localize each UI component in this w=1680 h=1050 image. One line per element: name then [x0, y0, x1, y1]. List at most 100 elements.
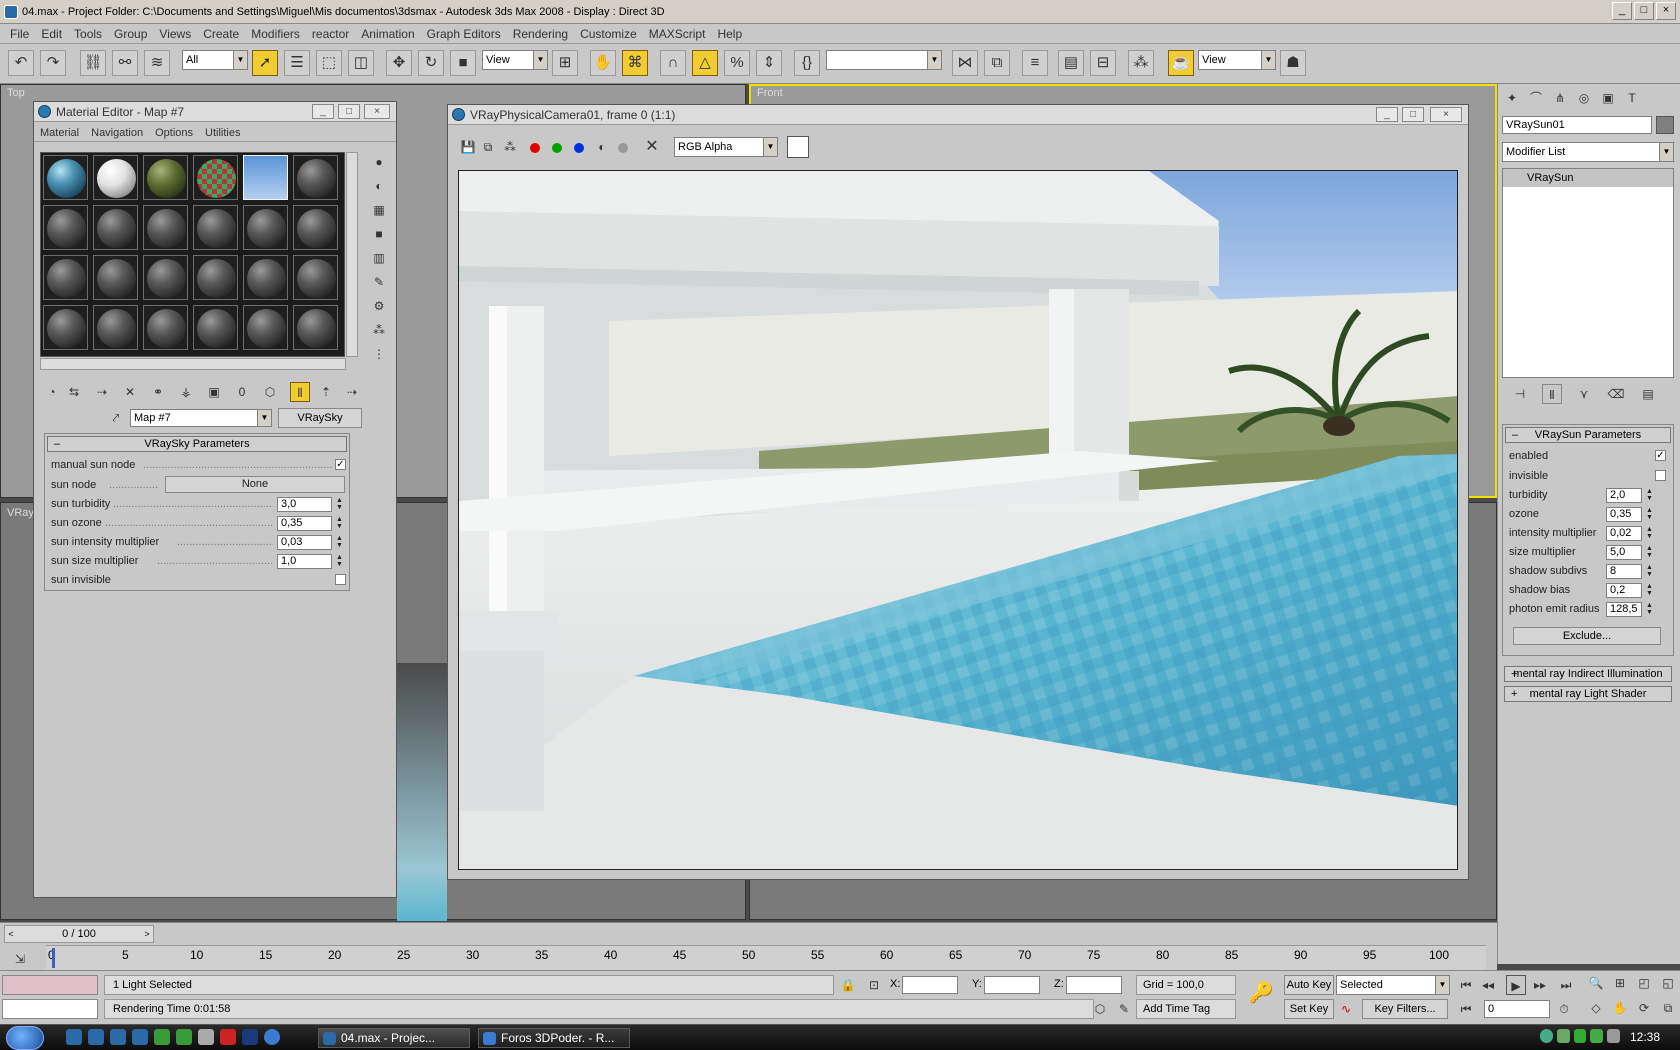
- menu-views[interactable]: Views: [153, 27, 197, 41]
- keyboard-shortcut-override-icon[interactable]: ⌘: [622, 50, 648, 76]
- save-image-icon[interactable]: 💾: [458, 137, 478, 157]
- taskbar-task-3dsmax[interactable]: 04.max - Projec...: [318, 1028, 470, 1048]
- remove-modifier-icon[interactable]: ⌫: [1606, 384, 1626, 404]
- menu-maxscript[interactable]: MAXScript: [643, 27, 712, 41]
- manual-sun-node-checkbox[interactable]: ✓: [335, 459, 346, 470]
- sample-slot[interactable]: [143, 205, 188, 250]
- sample-slot[interactable]: [93, 205, 138, 250]
- sample-slots-vscrollbar[interactable]: [346, 152, 358, 357]
- configure-modifier-sets-icon[interactable]: ▤: [1638, 384, 1658, 404]
- me-menu-options[interactable]: Options: [149, 127, 199, 139]
- auto-key-button[interactable]: Auto Key: [1284, 975, 1334, 995]
- copy-image-icon[interactable]: ⧉: [478, 137, 498, 157]
- maxscript-listener-pink[interactable]: [2, 975, 98, 995]
- sample-slot[interactable]: [43, 255, 88, 300]
- link-icon[interactable]: ⛓: [80, 50, 106, 76]
- rendered-image[interactable]: [458, 170, 1458, 870]
- spinner-arrows-icon[interactable]: ▲ ▼: [335, 516, 344, 531]
- schematic-view-icon[interactable]: ⊟: [1090, 50, 1116, 76]
- menu-reactor[interactable]: reactor: [306, 27, 355, 41]
- track-bar[interactable]: 0 5 10 15 20 25 30 35 40 45 50 55 60 65 …: [46, 945, 1486, 971]
- sample-slot[interactable]: [293, 305, 338, 350]
- tray-app-icon[interactable]: [1573, 1029, 1587, 1043]
- material-editor-close-button[interactable]: ×: [364, 104, 390, 119]
- menu-modifiers[interactable]: Modifiers: [245, 27, 306, 41]
- vraysky-rollout-title[interactable]: – VRaySky Parameters: [47, 436, 347, 452]
- video-color-check-icon[interactable]: ▥: [369, 248, 389, 268]
- backlight-icon[interactable]: ◐: [369, 176, 389, 196]
- go-to-start-icon[interactable]: ⏮: [1456, 975, 1476, 995]
- shadow-bias-spinner[interactable]: 0,2: [1606, 583, 1642, 598]
- zoom-extents-icon[interactable]: ◰: [1634, 973, 1654, 993]
- options-icon[interactable]: ⚙: [369, 296, 389, 316]
- menu-help[interactable]: Help: [711, 27, 748, 41]
- go-to-parent-icon[interactable]: ⇡: [316, 382, 336, 402]
- maximize-viewport-icon[interactable]: ⧉: [1658, 998, 1678, 1018]
- y-coordinate-field[interactable]: [984, 976, 1040, 994]
- sample-slot[interactable]: [193, 255, 238, 300]
- map-name-field[interactable]: Map #7 ▼: [130, 409, 272, 427]
- assign-to-selection-icon[interactable]: ⇢: [92, 382, 112, 402]
- tray-app-icon[interactable]: [1590, 1029, 1604, 1043]
- sample-slot[interactable]: [93, 155, 138, 200]
- lock-selection-icon[interactable]: 🔒: [838, 975, 858, 995]
- time-slider-prev-icon[interactable]: <: [5, 926, 17, 942]
- size-spinner[interactable]: 5,0: [1606, 545, 1642, 560]
- motion-tab-icon[interactable]: ◎: [1574, 88, 1594, 108]
- material-editor-icon[interactable]: ⁂: [1128, 50, 1154, 76]
- minimize-button[interactable]: _: [1612, 2, 1632, 20]
- invisible-checkbox[interactable]: [1655, 470, 1666, 481]
- me-menu-material[interactable]: Material: [34, 127, 85, 139]
- material-editor-maximize-button[interactable]: □: [338, 104, 360, 119]
- zoom-icon[interactable]: 🔍: [1586, 973, 1606, 993]
- turbidity-spinner[interactable]: 2,0: [1606, 488, 1642, 503]
- undo-icon[interactable]: ↶: [8, 50, 34, 76]
- select-object-icon[interactable]: ➚: [252, 50, 278, 76]
- menu-edit[interactable]: Edit: [35, 27, 68, 41]
- add-time-tag-button[interactable]: Add Time Tag: [1136, 999, 1236, 1019]
- orbit-icon[interactable]: ⟳: [1634, 998, 1654, 1018]
- play-icon[interactable]: ▶: [1506, 975, 1526, 995]
- sun-intensity-spinner[interactable]: 0,03: [277, 535, 332, 550]
- menu-group[interactable]: Group: [108, 27, 153, 41]
- alpha-channel-icon[interactable]: ◐: [592, 137, 612, 157]
- tray-volume-icon[interactable]: [1607, 1029, 1620, 1043]
- quick-launch-max-icon[interactable]: [66, 1029, 82, 1045]
- stack-item-vraysun[interactable]: VRaySun: [1503, 169, 1673, 187]
- selection-filter-dropdown[interactable]: All ▼: [182, 50, 248, 70]
- sun-ozone-spinner[interactable]: 0,35: [277, 516, 332, 531]
- move-icon[interactable]: ✥: [386, 50, 412, 76]
- key-tangent-icon[interactable]: ∿: [1336, 999, 1356, 1019]
- modifier-list-dropdown[interactable]: Modifier List ▼: [1502, 142, 1674, 162]
- absolute-mode-icon[interactable]: ⊡: [864, 975, 884, 995]
- align-icon[interactable]: ⧉: [984, 50, 1010, 76]
- frame-buffer-close-button[interactable]: ×: [1430, 107, 1462, 122]
- monochrome-icon[interactable]: [618, 143, 628, 153]
- select-by-name-icon[interactable]: ☰: [284, 50, 310, 76]
- sample-slot-active[interactable]: [243, 155, 288, 200]
- sun-size-spinner[interactable]: 1,0: [277, 554, 332, 569]
- sample-slot[interactable]: [193, 155, 238, 200]
- display-tab-icon[interactable]: ▣: [1598, 88, 1618, 108]
- sample-slot[interactable]: [43, 155, 88, 200]
- show-end-result-icon[interactable]: Ⅱ: [1542, 384, 1562, 404]
- reset-map-icon[interactable]: ✕: [120, 382, 140, 402]
- enabled-checkbox[interactable]: ✓: [1655, 450, 1666, 461]
- menu-graph-editors[interactable]: Graph Editors: [421, 27, 507, 41]
- create-tab-icon[interactable]: ✦: [1502, 88, 1522, 108]
- spinner-arrows-icon[interactable]: ▲ ▼: [335, 497, 344, 512]
- quick-launch-app-icon[interactable]: [176, 1029, 192, 1045]
- set-key-button[interactable]: Set Key: [1284, 999, 1334, 1019]
- sample-slot[interactable]: [193, 205, 238, 250]
- pick-material-eyedropper-icon[interactable]: ⤤: [106, 408, 126, 428]
- tray-app-icon[interactable]: [1556, 1029, 1570, 1043]
- key-icon-small[interactable]: ✎: [1114, 999, 1134, 1019]
- start-button-icon[interactable]: [6, 1026, 44, 1050]
- spinner-arrows-icon[interactable]: ▲ ▼: [1645, 526, 1654, 541]
- bind-space-warp-icon[interactable]: ≋: [144, 50, 170, 76]
- tray-network-icon[interactable]: [1540, 1029, 1553, 1043]
- field-of-view-icon[interactable]: ◇: [1586, 998, 1606, 1018]
- zoom-extents-all-icon[interactable]: ◱: [1658, 973, 1678, 993]
- sample-slot[interactable]: [293, 155, 338, 200]
- quick-launch-pdf-icon[interactable]: [220, 1029, 236, 1045]
